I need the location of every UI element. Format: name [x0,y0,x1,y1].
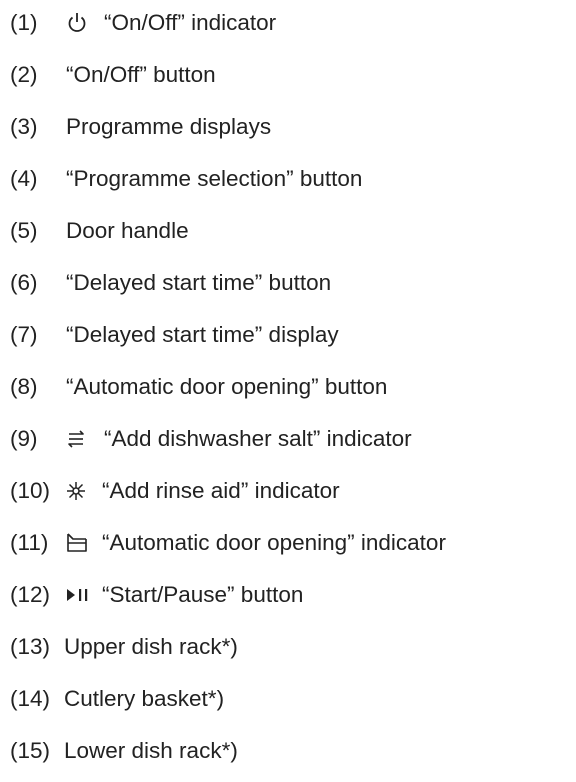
item-label: Cutlery basket*) [64,686,225,711]
item-label: “Automatic door opening” indicator [102,530,446,555]
item-label: “Programme selection” button [66,166,363,191]
item-number: (5) [10,218,38,243]
item-number: (11) [10,530,49,555]
item-label: “On/Off” indicator [104,10,277,35]
item-label: “Automatic door opening” button [66,374,388,399]
item-label: Upper dish rack*) [64,634,238,659]
legend-item-7: (7) “Delayed start time” display [0,316,339,354]
legend-item-3: (3) Programme displays [0,108,271,146]
legend-item-4: (4) “Programme selection” button [0,160,362,198]
item-label: “Delayed start time” button [66,270,332,295]
item-number: (10) [10,478,51,503]
salt-icon [66,426,96,452]
item-label: Lower dish rack*) [64,738,238,763]
item-label: “Start/Pause” button [102,582,304,607]
legend-item-1: (1) “On/Off” indicator [0,4,276,42]
item-number: (3) [10,114,38,139]
legend-item-6: (6) “Delayed start time” button [0,264,331,302]
legend-item-13: (13) Upper dish rack*) [0,628,238,666]
legend-item-9: (9) “Add dishwasher salt” indicator [0,420,412,458]
item-label: “Add dishwasher salt” indicator [104,426,412,451]
legend-item-11: (11) “Automatic door opening” indicator [0,524,446,562]
item-number: (8) [10,374,38,399]
item-label: “On/Off” button [66,62,216,87]
legend-item-10: (10) “Add rinse aid” indicator [0,472,340,510]
legend-item-12: (12) “Start/Pause” button [0,576,303,614]
legend-item-14: (14) Cutlery basket*) [0,680,224,718]
component-legend: (1) “On/Off” indicator (2) “On/Off” butt… [0,0,576,782]
rinse-aid-icon [64,478,94,504]
item-number: (7) [10,322,38,347]
door-opening-icon [64,530,94,556]
item-label: Programme displays [66,114,272,139]
item-number: (6) [10,270,38,295]
item-number: (13) [10,634,51,659]
item-label: Door handle [66,218,189,243]
power-icon [66,10,96,36]
start-pause-icon [64,582,94,608]
item-number: (2) [10,62,38,87]
item-number: (14) [10,686,51,711]
item-label: “Add rinse aid” indicator [102,478,340,503]
item-label: “Delayed start time” display [66,322,339,347]
item-number: (4) [10,166,38,191]
item-number: (12) [10,582,51,607]
item-number: (9) [10,426,38,451]
legend-item-2: (2) “On/Off” button [0,56,216,94]
item-number: (1) [10,10,38,35]
item-number: (15) [10,738,51,763]
legend-item-5: (5) Door handle [0,212,189,250]
legend-item-8: (8) “Automatic door opening” button [0,368,387,406]
legend-item-15: (15) Lower dish rack*) [0,732,238,770]
